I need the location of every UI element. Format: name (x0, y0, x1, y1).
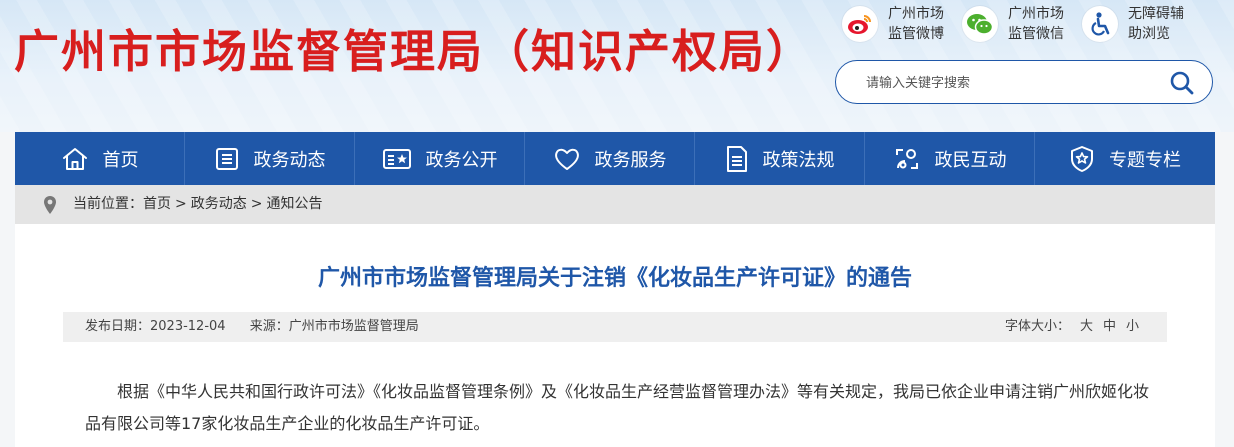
nav-item-public[interactable]: 政务公开 (355, 132, 525, 185)
font-size-small-button[interactable]: 小 (1126, 319, 1139, 334)
font-size-large-button[interactable]: 大 (1080, 319, 1093, 334)
nav-item-service[interactable]: 政务服务 (525, 132, 695, 185)
shield-star-icon (1071, 145, 1093, 172)
nav-item-interaction[interactable]: 政民互动 (865, 132, 1035, 185)
heart-icon (554, 148, 579, 170)
article-paragraph: 根据《中华人民共和国行政许可法》《化妆品监督管理条例》及《化妆品生产经营监督管理… (85, 382, 1150, 433)
search-input[interactable] (864, 72, 1168, 94)
breadcrumb-prefix: 当前位置： (73, 196, 143, 212)
breadcrumb-link-news[interactable]: 政务动态 (191, 196, 247, 212)
breadcrumb-separator: > (175, 196, 187, 212)
accessibility-icon (1082, 6, 1118, 42)
main-nav: 首页 政务动态 政务公开 政务服务 政策法规 政民互动 专题专栏 (15, 132, 1215, 185)
font-size-medium-button[interactable]: 中 (1103, 319, 1116, 334)
nav-label: 专题专栏 (1109, 149, 1181, 171)
breadcrumb-separator: > (250, 196, 263, 212)
interaction-icon (895, 148, 918, 169)
nav-label: 政策法规 (762, 149, 835, 171)
wechat-label: 广州市场监管微信 (1008, 6, 1064, 42)
star-board-icon (382, 148, 411, 169)
nav-label: 政务公开 (425, 149, 498, 171)
document-icon (726, 145, 747, 172)
article-source: 广州市市场监督管理局 (288, 319, 419, 334)
article-title: 广州市市场监督管理局关于注销《化妆品生产许可证》的通告 (317, 266, 912, 291)
search-icon[interactable] (1170, 71, 1194, 95)
list-icon (215, 147, 238, 170)
article-container: 广州市市场监督管理局关于注销《化妆品生产许可证》的通告 发布日期：2023-12… (15, 224, 1215, 447)
site-title: 广州市市场监督管理局（知识产权局） (14, 25, 814, 78)
source-label: 来源： (249, 319, 289, 334)
search-box (835, 60, 1213, 104)
accessibility-label: 无障碍辅助浏览 (1128, 6, 1184, 42)
nav-item-special[interactable]: 专题专栏 (1035, 132, 1215, 185)
breadcrumb-link-home[interactable]: 首页 (143, 196, 171, 212)
breadcrumb-link-notices[interactable]: 通知公告 (266, 196, 322, 212)
font-size-label: 字体大小： (1004, 319, 1070, 334)
accessibility-link[interactable]: 无障碍辅助浏览 (1082, 4, 1192, 44)
date-label: 发布日期： (85, 319, 151, 334)
weibo-icon (842, 6, 878, 42)
nav-item-home[interactable]: 首页 (15, 132, 185, 185)
nav-label: 首页 (102, 149, 139, 171)
nav-label: 政务服务 (594, 149, 667, 171)
nav-label: 政民互动 (934, 149, 1007, 171)
nav-label: 政务动态 (253, 149, 326, 171)
weibo-link[interactable]: 广州市场监管微博 (842, 4, 952, 44)
weibo-label: 广州市场监管微博 (888, 6, 944, 42)
nav-item-news[interactable]: 政务动态 (185, 132, 355, 185)
location-pin-icon (44, 196, 56, 214)
site-header: 广州市市场监督管理局（知识产权局） 广州市场监管微博 广州市场监管微信 无障碍辅… (0, 0, 1234, 132)
home-icon (62, 147, 87, 170)
nav-item-policy[interactable]: 政策法规 (695, 132, 865, 185)
breadcrumb: 当前位置：首页 > 政务动态 > 通知公告 (15, 185, 1215, 224)
wechat-link[interactable]: 广州市场监管微信 (962, 4, 1072, 44)
wechat-icon (962, 6, 998, 42)
article-meta: 发布日期：2023-12-04 来源：广州市市场监督管理局 字体大小： 大中小 (63, 312, 1167, 342)
publish-date: 2023-12-04 (150, 319, 226, 334)
